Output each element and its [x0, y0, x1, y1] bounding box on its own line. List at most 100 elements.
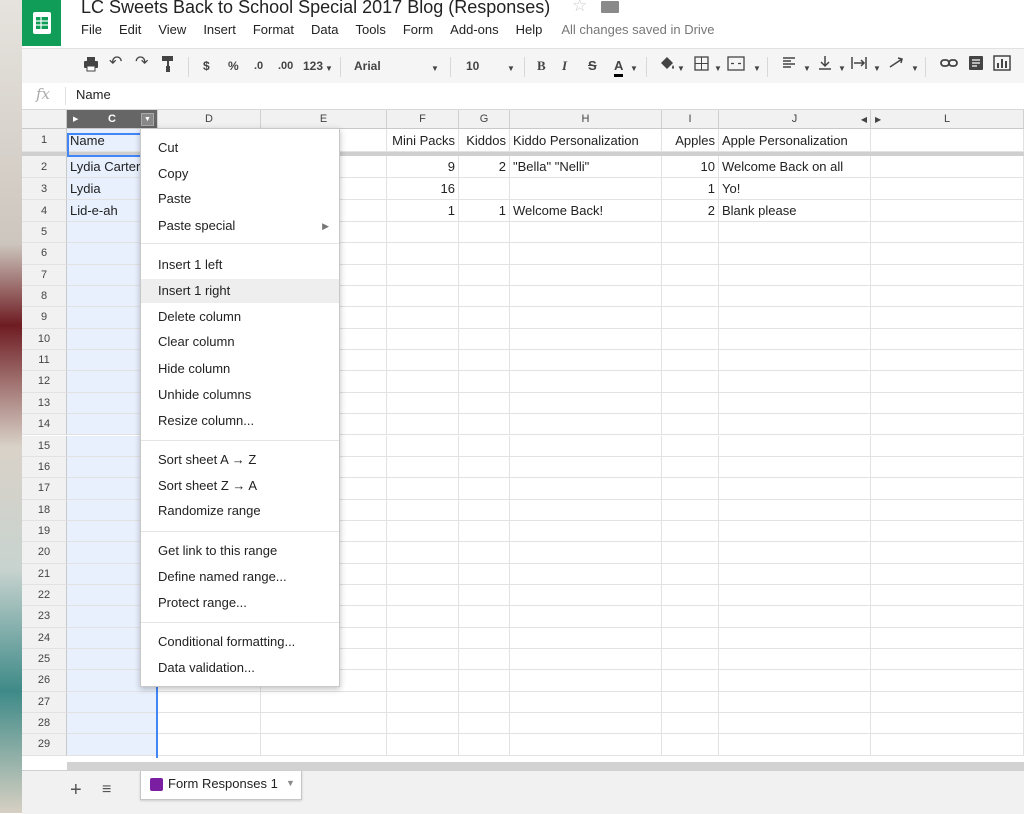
cell[interactable]: [459, 627, 510, 649]
cell[interactable]: [510, 350, 662, 372]
cell[interactable]: 10: [662, 156, 719, 178]
cell[interactable]: [510, 243, 662, 265]
text-wrapping-icon[interactable]: [850, 55, 868, 75]
cell[interactable]: [871, 435, 1024, 457]
text-rotation-icon[interactable]: [888, 55, 906, 75]
save-status[interactable]: All changes saved in Drive: [561, 22, 714, 40]
row-header[interactable]: 26: [22, 670, 67, 692]
cell[interactable]: [387, 222, 459, 244]
cell[interactable]: [459, 584, 510, 607]
row-header[interactable]: 14: [22, 414, 67, 436]
cell[interactable]: [261, 713, 387, 735]
cell[interactable]: 16: [387, 178, 459, 200]
cell[interactable]: [871, 563, 1024, 585]
cell[interactable]: [459, 243, 510, 265]
cell[interactable]: [662, 713, 719, 735]
font-size-dropdown-icon[interactable]: ▼: [507, 61, 515, 77]
cell[interactable]: [459, 371, 510, 393]
cell[interactable]: [719, 307, 871, 329]
row-header[interactable]: 12: [22, 371, 67, 393]
cell[interactable]: [459, 222, 510, 244]
cell[interactable]: [871, 264, 1024, 287]
menu-file[interactable]: File: [81, 22, 102, 40]
cell[interactable]: [459, 435, 510, 457]
cell[interactable]: [261, 734, 387, 756]
cell[interactable]: [719, 371, 871, 393]
cell[interactable]: [662, 670, 719, 692]
cell[interactable]: [387, 499, 459, 521]
cell[interactable]: [719, 264, 871, 287]
cell[interactable]: [510, 606, 662, 628]
cell[interactable]: [158, 691, 261, 714]
cell[interactable]: [510, 563, 662, 585]
column-header-d[interactable]: D: [158, 110, 261, 129]
cell[interactable]: [510, 670, 662, 692]
cell[interactable]: [510, 456, 662, 479]
cell[interactable]: Mini Packs: [387, 129, 459, 152]
menu-form[interactable]: Form: [403, 22, 433, 40]
more-formats-dropdown-icon[interactable]: ▼: [325, 61, 333, 77]
cell[interactable]: [459, 499, 510, 521]
cell[interactable]: [871, 243, 1024, 265]
sheet-tab-form-responses-1[interactable]: Form Responses 1 ▼: [140, 771, 302, 800]
column-header-e[interactable]: E: [261, 110, 387, 129]
cell[interactable]: [459, 606, 510, 628]
cell[interactable]: [719, 414, 871, 436]
currency-format-button[interactable]: $: [203, 58, 210, 74]
text-rotation-dropdown-icon[interactable]: ▼: [911, 61, 919, 77]
cell[interactable]: [387, 649, 459, 671]
column-header-c[interactable]: ▶ C ▼: [67, 110, 158, 129]
cell[interactable]: [459, 713, 510, 735]
cell[interactable]: [510, 713, 662, 735]
cell[interactable]: [387, 328, 459, 351]
cell[interactable]: [871, 606, 1024, 628]
more-formats-button[interactable]: 123: [303, 58, 323, 74]
cell[interactable]: [719, 649, 871, 671]
cell[interactable]: [67, 691, 158, 714]
row-header[interactable]: 22: [22, 584, 67, 607]
increase-decimal-button[interactable]: .00: [278, 58, 293, 74]
cell[interactable]: [662, 456, 719, 479]
sheet-tab-dropdown-icon[interactable]: ▼: [286, 778, 295, 788]
cell[interactable]: [510, 286, 662, 308]
menu-item-paste-special[interactable]: Paste special ▶: [141, 214, 339, 238]
cell[interactable]: [510, 499, 662, 521]
menu-item-paste[interactable]: Paste: [141, 187, 339, 211]
sheets-logo-icon[interactable]: [22, 0, 61, 46]
row-header[interactable]: 24: [22, 627, 67, 649]
cell[interactable]: [387, 713, 459, 735]
cell[interactable]: [158, 713, 261, 735]
cell[interactable]: [67, 713, 158, 735]
cell[interactable]: [387, 456, 459, 479]
cell[interactable]: [387, 542, 459, 564]
strikethrough-button[interactable]: S: [588, 58, 597, 74]
cell[interactable]: [719, 670, 871, 692]
cell[interactable]: [719, 478, 871, 500]
decrease-decimal-button[interactable]: .0: [254, 58, 263, 74]
cell[interactable]: [459, 670, 510, 692]
menu-item-randomize-range[interactable]: Randomize range: [141, 499, 339, 523]
cell[interactable]: [662, 243, 719, 265]
cell[interactable]: [510, 328, 662, 351]
cell[interactable]: [510, 392, 662, 415]
cell[interactable]: [459, 691, 510, 714]
cell[interactable]: "Bella" "Nelli": [510, 156, 662, 178]
undo-icon[interactable]: ↶: [109, 55, 122, 71]
menu-item-cut[interactable]: Cut: [141, 136, 339, 160]
cell[interactable]: [387, 414, 459, 436]
cell[interactable]: [459, 178, 510, 200]
cell[interactable]: [459, 328, 510, 351]
column-header-j[interactable]: J ◀: [719, 110, 871, 129]
hidden-column-right-arrow-icon[interactable]: ▶: [875, 110, 881, 129]
menu-item-hide-column[interactable]: Hide column: [141, 357, 339, 381]
row-header[interactable]: 6: [22, 243, 67, 265]
cell[interactable]: [510, 307, 662, 329]
cell[interactable]: [387, 350, 459, 372]
cell[interactable]: [662, 627, 719, 649]
cell[interactable]: [387, 435, 459, 457]
menu-item-get-link[interactable]: Get link to this range: [141, 539, 339, 563]
cell[interactable]: [510, 520, 662, 543]
cell[interactable]: [662, 542, 719, 564]
percent-format-button[interactable]: %: [228, 58, 239, 74]
menu-item-clear-column[interactable]: Clear column: [141, 330, 339, 354]
